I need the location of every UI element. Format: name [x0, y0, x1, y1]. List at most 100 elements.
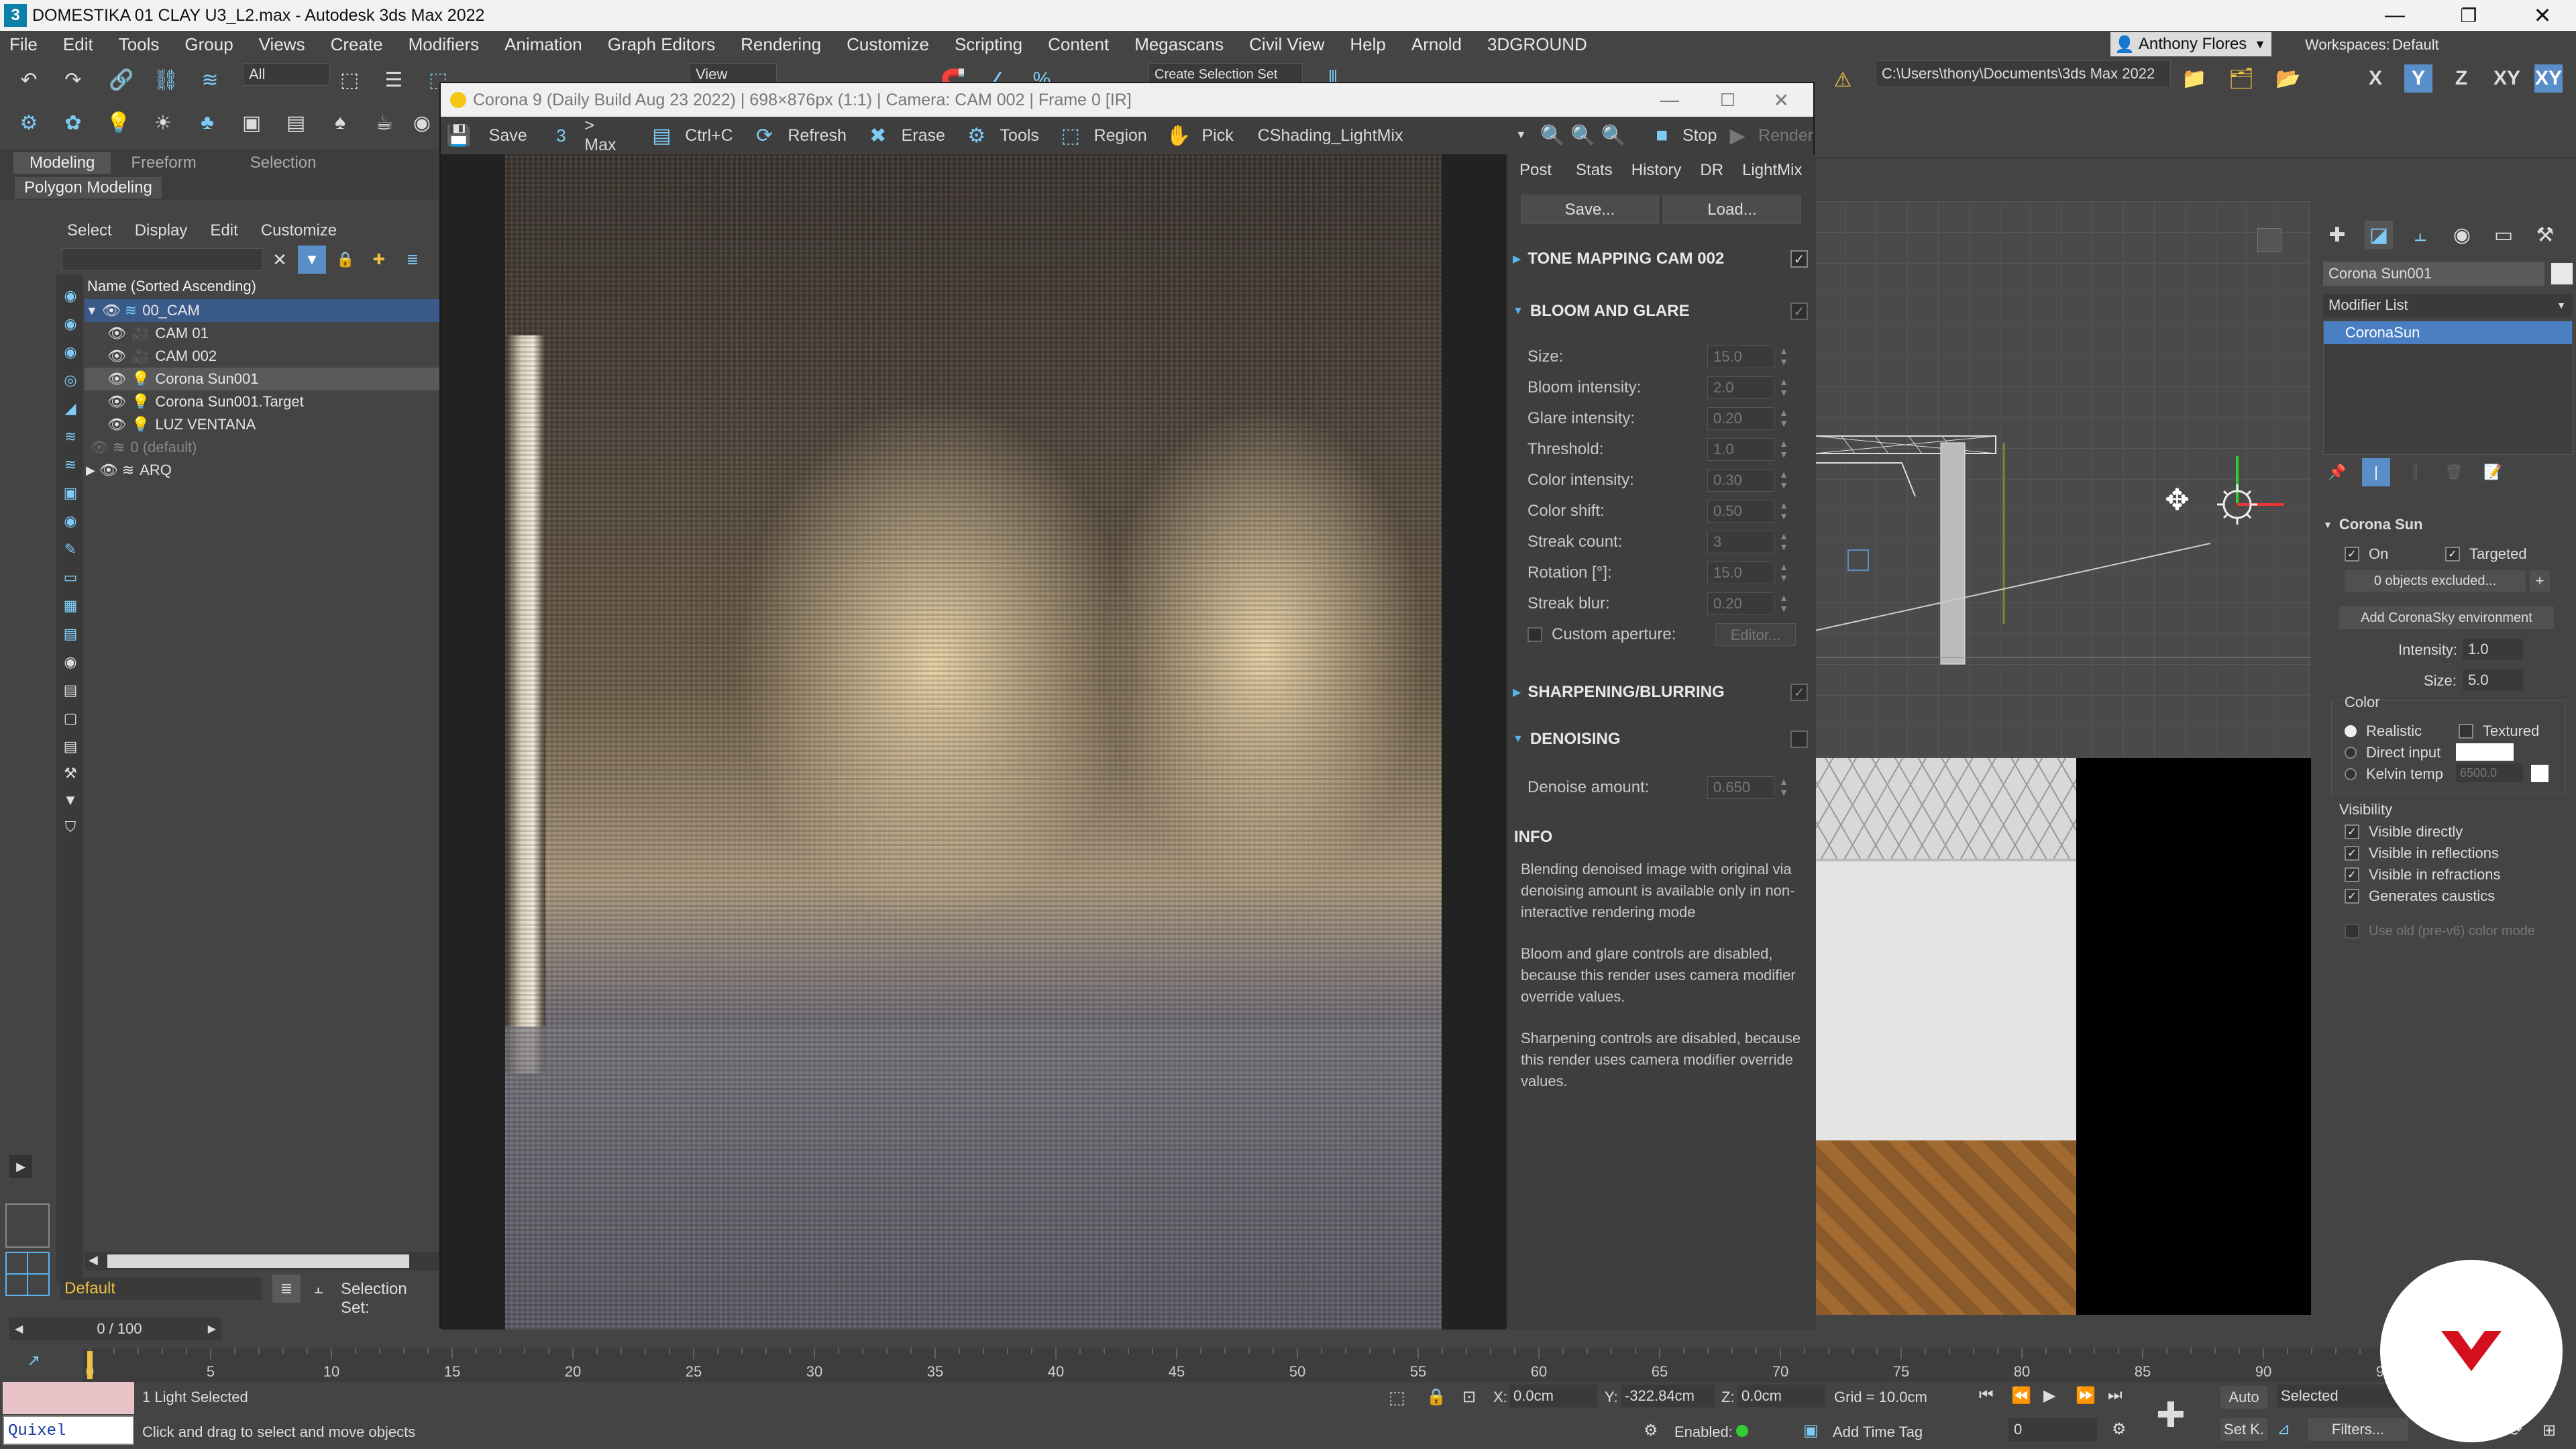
streak-blur-input[interactable]: 0.20: [1707, 592, 1774, 615]
erase-button[interactable]: Erase: [902, 126, 945, 146]
prev-frame-icon[interactable]: ◀: [15, 1322, 23, 1336]
close-button[interactable]: ✕: [2522, 3, 2563, 28]
menu-modifiers[interactable]: Modifiers: [409, 34, 479, 55]
play-icon[interactable]: ▶: [2043, 1386, 2055, 1405]
menu-create[interactable]: Create: [331, 34, 383, 55]
explorer-column-header[interactable]: Name (Sorted Ascending): [87, 278, 256, 295]
list-item[interactable]: 👁 💡 Corona Sun001: [85, 368, 439, 390]
refresh-button[interactable]: Refresh: [788, 126, 847, 146]
tab-selection[interactable]: Selection: [250, 154, 317, 172]
list-item[interactable]: 👁 🎥 CAM 002: [85, 345, 467, 368]
kelvin-radio-row[interactable]: Kelvin temp: [2345, 763, 2443, 785]
to-max-icon[interactable]: 3: [547, 121, 576, 150]
filters-button[interactable]: Filters...: [2308, 1418, 2408, 1441]
display-all-icon[interactable]: ▤: [56, 733, 85, 761]
color-intensity-input[interactable]: 0.30: [1707, 469, 1774, 492]
glare-intensity-input[interactable]: 0.20: [1707, 407, 1774, 430]
menu-file[interactable]: File: [9, 34, 38, 55]
display-xrefs-icon[interactable]: ◉: [56, 507, 85, 535]
set-key-button[interactable]: Set K.: [2220, 1418, 2267, 1441]
x-coordinate-input[interactable]: 0.0cm: [1509, 1385, 1597, 1407]
maximize-button[interactable]: ❐: [2449, 5, 2489, 27]
display-influences-icon[interactable]: ▤: [56, 676, 85, 704]
bloom-glare-checkbox[interactable]: ✓: [1790, 303, 1808, 320]
layers-toggle-icon[interactable]: ≣: [272, 1275, 301, 1303]
workspace-dropdown[interactable]: Default: [2392, 36, 2439, 54]
vfb-close-button[interactable]: ✕: [1774, 89, 1789, 111]
project-path-dropdown[interactable]: C:\Users\thony\Documents\3ds Max 2022: [1876, 60, 2171, 87]
bag-icon[interactable]: ⛉: [56, 813, 85, 841]
teapot-icon[interactable]: ☕: [370, 109, 398, 137]
render-play-icon[interactable]: ▶: [1723, 121, 1752, 150]
eye-icon[interactable]: 👁: [107, 325, 126, 342]
eye-icon[interactable]: 👁: [107, 393, 126, 411]
menu-megascans[interactable]: Megascans: [1134, 34, 1224, 55]
maxscript-listener[interactable]: [3, 1382, 134, 1414]
sharpening-checkbox[interactable]: ✓: [1790, 684, 1808, 701]
stop-icon[interactable]: ■: [1648, 121, 1676, 150]
post-load-button[interactable]: Load...: [1663, 195, 1801, 224]
post-save-button[interactable]: Save...: [1521, 195, 1659, 224]
kelvin-color-swatch[interactable]: [2531, 765, 2548, 782]
make-unique-icon[interactable]: ⫿: [2401, 458, 2429, 486]
add-layer-icon[interactable]: ✚: [365, 246, 393, 274]
display-cameras-icon[interactable]: ◢: [56, 394, 85, 423]
filter-icon[interactable]: ▼: [56, 786, 85, 814]
bind-space-warp-icon[interactable]: ≋: [196, 66, 224, 94]
display-bones-icon[interactable]: ✎: [56, 535, 85, 564]
to-max-button[interactable]: > Max: [584, 116, 630, 155]
textured-checkbox-row[interactable]: Textured: [2459, 720, 2539, 742]
zoom-out-icon[interactable]: 🔍: [1569, 121, 1597, 150]
isolate-icon[interactable]: ⬚: [1389, 1387, 1405, 1408]
color-shift-input[interactable]: 0.50: [1707, 500, 1774, 523]
axis-x-button[interactable]: X: [2361, 64, 2390, 93]
render-element-dropdown[interactable]: CShading_LightMix ▼: [1258, 122, 1531, 149]
on-checkbox[interactable]: ✓: [2345, 547, 2359, 561]
bloom-intensity-spinner[interactable]: ▲ ▼: [1778, 376, 1789, 399]
show-end-result-icon[interactable]: |: [2362, 458, 2390, 486]
render-frame-icon[interactable]: ▣: [237, 109, 266, 137]
explorer-menu-customize[interactable]: Customize: [261, 221, 337, 240]
project-folder-icon[interactable]: 📁: [2180, 64, 2208, 93]
minimize-button[interactable]: —: [2375, 4, 2415, 27]
rotation-input[interactable]: 15.0: [1707, 561, 1774, 584]
clear-search-icon[interactable]: ✕: [266, 246, 294, 274]
object-name-input[interactable]: Corona Sun001: [2323, 262, 2544, 286]
prev-key-icon[interactable]: ⏪: [2011, 1386, 2031, 1405]
sun-icon[interactable]: ☀: [149, 109, 177, 137]
visible-reflections-row[interactable]: ✓ Visible in reflections: [2345, 843, 2499, 864]
exclude-add-button[interactable]: +: [2530, 570, 2550, 592]
warning-icon[interactable]: ⚠: [1829, 66, 1857, 94]
list-item[interactable]: ▶ 👁 ≋ ARQ: [85, 459, 467, 482]
size-spinner[interactable]: ▲ ▼: [1778, 345, 1789, 368]
save-icon[interactable]: 💾: [445, 121, 473, 150]
display-shapes-icon[interactable]: ◉: [56, 338, 85, 366]
list-item[interactable]: 👁 💡 Corona Sun001.Target: [85, 390, 467, 413]
add-coronasky-button[interactable]: Add CoronaSky environment: [2339, 606, 2554, 629]
sharpening-header[interactable]: ▶ SHARPENING/BLURRING ✓: [1513, 679, 1808, 706]
proxy-icon[interactable]: ▤: [282, 109, 310, 137]
streak-blur-spinner[interactable]: ▲ ▼: [1778, 592, 1789, 615]
eye-icon[interactable]: 👁: [107, 416, 126, 433]
old-color-mode-row[interactable]: Use old (pre-v6) color mode: [2345, 920, 2535, 942]
axis-xy-button[interactable]: XY: [2493, 64, 2521, 93]
size-input[interactable]: 15.0: [1707, 345, 1774, 368]
display-spacewarps-icon[interactable]: ≋: [56, 451, 85, 479]
scroll-left-icon[interactable]: ◀: [89, 1253, 98, 1267]
on-checkbox-row[interactable]: ✓ On: [2345, 543, 2388, 565]
unlink-icon[interactable]: ⛓: [152, 66, 180, 94]
erase-icon[interactable]: ✖: [864, 121, 892, 150]
layer-dropdown[interactable]: Default: [60, 1277, 262, 1300]
explorer-h-scrollbar[interactable]: ◀: [85, 1252, 439, 1271]
pin-stack-icon[interactable]: 📌: [2323, 458, 2351, 486]
open-folder-icon[interactable]: 📂: [2274, 64, 2302, 93]
copy-button[interactable]: Ctrl+C: [685, 126, 733, 146]
rollout-header[interactable]: ▼ Corona Sun: [2323, 513, 2573, 537]
viewport[interactable]: ✥: [1815, 201, 2311, 1315]
streak-count-spinner[interactable]: ▲ ▼: [1778, 531, 1789, 553]
scrollbar-thumb[interactable]: [107, 1254, 409, 1268]
exclude-button[interactable]: 0 objects excluded...: [2345, 570, 2526, 592]
motion-tab-icon[interactable]: ◉: [2448, 221, 2476, 249]
region-icon[interactable]: ⬚: [1057, 121, 1085, 150]
eye-icon[interactable]: 👁: [90, 439, 109, 456]
